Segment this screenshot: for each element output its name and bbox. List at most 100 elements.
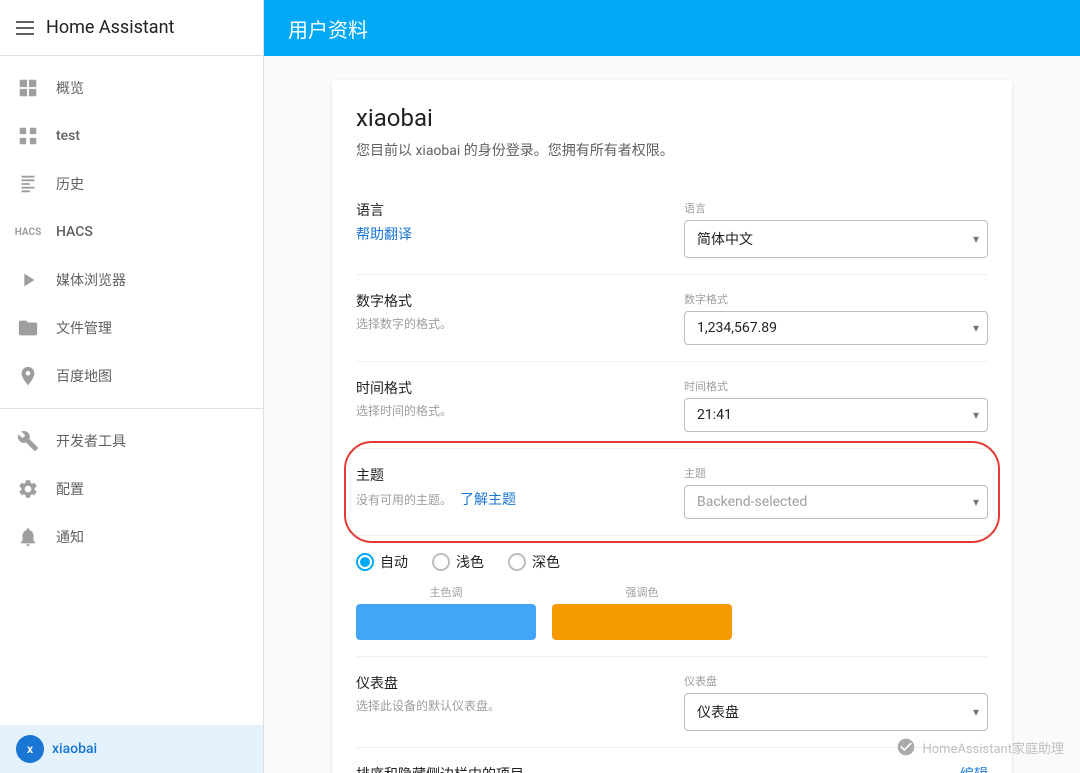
sidebar-header: Home Assistant	[0, 0, 263, 56]
dashboard-select[interactable]: 仪表盘 ▾	[684, 693, 988, 731]
hamburger-icon[interactable]	[16, 21, 34, 35]
sidebar-edit-link[interactable]: 编辑	[960, 764, 988, 773]
color-theme-row: 自动 浅色 深色 主色调	[356, 536, 988, 657]
sidebar-label-developer: 开发者工具	[56, 431, 126, 451]
language-help-link[interactable]: 帮助翻译	[356, 227, 412, 243]
dashboard-control-col: 仪表盘 仪表盘 ▾	[684, 673, 988, 731]
radio-label-dark: 深色	[532, 552, 560, 572]
radio-dark[interactable]: 深色	[508, 552, 560, 572]
time-format-sublabel: 选择时间的格式。	[356, 402, 660, 419]
sidebar-item-overview[interactable]: 概览	[0, 64, 263, 112]
radio-circle-auto	[356, 553, 374, 571]
time-format-select-label: 时间格式	[684, 378, 988, 394]
color-swatches: 主色调 强调色	[356, 584, 988, 640]
chevron-down-icon: ▾	[973, 408, 979, 422]
sidebar-item-test[interactable]: test	[0, 112, 263, 160]
sidebar-item-map[interactable]: 百度地图	[0, 352, 263, 400]
theme-select-label: 主题	[684, 465, 988, 481]
sidebar-label-map: 百度地图	[56, 366, 112, 386]
sidebar-label-config: 配置	[56, 479, 84, 499]
sidebar-divider	[0, 408, 263, 409]
media-icon	[16, 268, 40, 292]
sidebar-item-media[interactable]: 媒体浏览器	[0, 256, 263, 304]
sidebar-item-hacs[interactable]: HACS HACS	[0, 208, 263, 256]
sidebar-order-label-col: 排序和隐藏侧边栏中的项目 您也可以长按侧边栏标题来进入编辑模式。	[356, 764, 660, 773]
accent-color-label: 强调色	[552, 584, 732, 600]
radio-light[interactable]: 浅色	[432, 552, 484, 572]
sidebar-order-label: 排序和隐藏侧边栏中的项目	[356, 764, 660, 773]
chevron-down-icon: ▾	[973, 321, 979, 335]
dashboard-row: 仪表盘 选择此设备的默认仪表盘。 仪表盘 仪表盘 ▾	[356, 657, 988, 748]
main-content: 用户资料 xiaobai 您目前以 xiaobai 的身份登录。您拥有所有者权限…	[264, 0, 1080, 773]
history-icon	[16, 172, 40, 196]
number-format-sublabel: 选择数字的格式。	[356, 315, 660, 332]
theme-no-available: 没有可用的主题。	[356, 493, 452, 507]
bell-icon	[16, 525, 40, 549]
hacs-icon: HACS	[16, 220, 40, 244]
number-format-select-label: 数字格式	[684, 291, 988, 307]
time-format-label-col: 时间格式 选择时间的格式。	[356, 378, 660, 419]
accent-color-swatch[interactable]	[552, 604, 732, 640]
map-icon	[16, 364, 40, 388]
theme-learn-link[interactable]: 了解主题	[460, 492, 516, 508]
username-label: xiaobai	[52, 741, 97, 757]
accent-swatch-col: 强调色	[552, 584, 732, 640]
chevron-down-icon: ▾	[973, 495, 979, 509]
number-format-select[interactable]: 1,234,567.89 ▾	[684, 311, 988, 345]
sidebar-label-notifications: 通知	[56, 527, 84, 547]
theme-row: 主题 没有可用的主题。 了解主题 主题 Backend-selected ▾	[356, 449, 988, 536]
overview-icon	[16, 76, 40, 100]
sidebar-item-config[interactable]: 配置	[0, 465, 263, 513]
language-label: 语言	[356, 200, 660, 220]
time-format-row: 时间格式 选择时间的格式。 时间格式 21:41 ▾	[356, 362, 988, 449]
folder-icon	[16, 316, 40, 340]
number-format-label-col: 数字格式 选择数字的格式。	[356, 291, 660, 332]
theme-label-col: 主题 没有可用的主题。 了解主题	[356, 465, 660, 509]
sidebar-label-test: test	[56, 128, 80, 144]
sidebar-label-media: 媒体浏览器	[56, 270, 126, 290]
time-format-select[interactable]: 21:41 ▾	[684, 398, 988, 432]
sidebar-item-notifications[interactable]: 通知	[0, 513, 263, 561]
language-row: 语言 帮助翻译 语言 简体中文 ▾	[356, 184, 988, 275]
theme-label: 主题	[356, 465, 660, 485]
number-format-row: 数字格式 选择数字的格式。 数字格式 1,234,567.89 ▾	[356, 275, 988, 362]
app-title: Home Assistant	[46, 17, 174, 38]
dashboard-sublabel: 选择此设备的默认仪表盘。	[356, 697, 660, 714]
dashboard-label: 仪表盘	[356, 673, 660, 693]
sidebar-item-files[interactable]: 文件管理	[0, 304, 263, 352]
radio-label-auto: 自动	[380, 552, 408, 572]
color-radio-group: 自动 浅色 深色	[356, 552, 988, 572]
sidebar-order-row: 排序和隐藏侧边栏中的项目 您也可以长按侧边栏标题来进入编辑模式。 编辑	[356, 748, 988, 773]
radio-label-light: 浅色	[456, 552, 484, 572]
chevron-down-icon: ▾	[973, 705, 979, 719]
sidebar-label-history: 历史	[56, 174, 84, 194]
page-title: 用户资料	[288, 14, 368, 43]
number-format-label: 数字格式	[356, 291, 660, 311]
language-select[interactable]: 简体中文 ▾	[684, 220, 988, 258]
profile-username: xiaobai	[356, 104, 988, 132]
wrench-icon	[16, 429, 40, 453]
theme-select[interactable]: Backend-selected ▾	[684, 485, 988, 519]
user-profile-button[interactable]: x xiaobai	[0, 725, 263, 773]
primary-color-swatch[interactable]	[356, 604, 536, 640]
radio-auto[interactable]: 自动	[356, 552, 408, 572]
number-format-control-col: 数字格式 1,234,567.89 ▾	[684, 291, 988, 345]
primary-color-label: 主色调	[356, 584, 536, 600]
profile-card: xiaobai 您目前以 xiaobai 的身份登录。您拥有所有者权限。 语言 …	[332, 80, 1012, 773]
sidebar-item-history[interactable]: 历史	[0, 160, 263, 208]
sidebar-edit-col: 编辑	[684, 764, 988, 773]
sidebar-label-hacs: HACS	[56, 224, 93, 240]
radio-circle-light	[432, 553, 450, 571]
sidebar-label-files: 文件管理	[56, 318, 112, 338]
test-icon	[16, 124, 40, 148]
language-label-col: 语言 帮助翻译	[356, 200, 660, 244]
radio-circle-dark	[508, 553, 526, 571]
chevron-down-icon: ▾	[973, 232, 979, 246]
dashboard-select-label: 仪表盘	[684, 673, 988, 689]
theme-control-col: 主题 Backend-selected ▾	[684, 465, 988, 519]
content-area: xiaobai 您目前以 xiaobai 的身份登录。您拥有所有者权限。 语言 …	[264, 56, 1080, 773]
time-format-control-col: 时间格式 21:41 ▾	[684, 378, 988, 432]
language-control-col: 语言 简体中文 ▾	[684, 200, 988, 258]
sidebar-item-developer[interactable]: 开发者工具	[0, 417, 263, 465]
topbar: 用户资料	[264, 0, 1080, 56]
